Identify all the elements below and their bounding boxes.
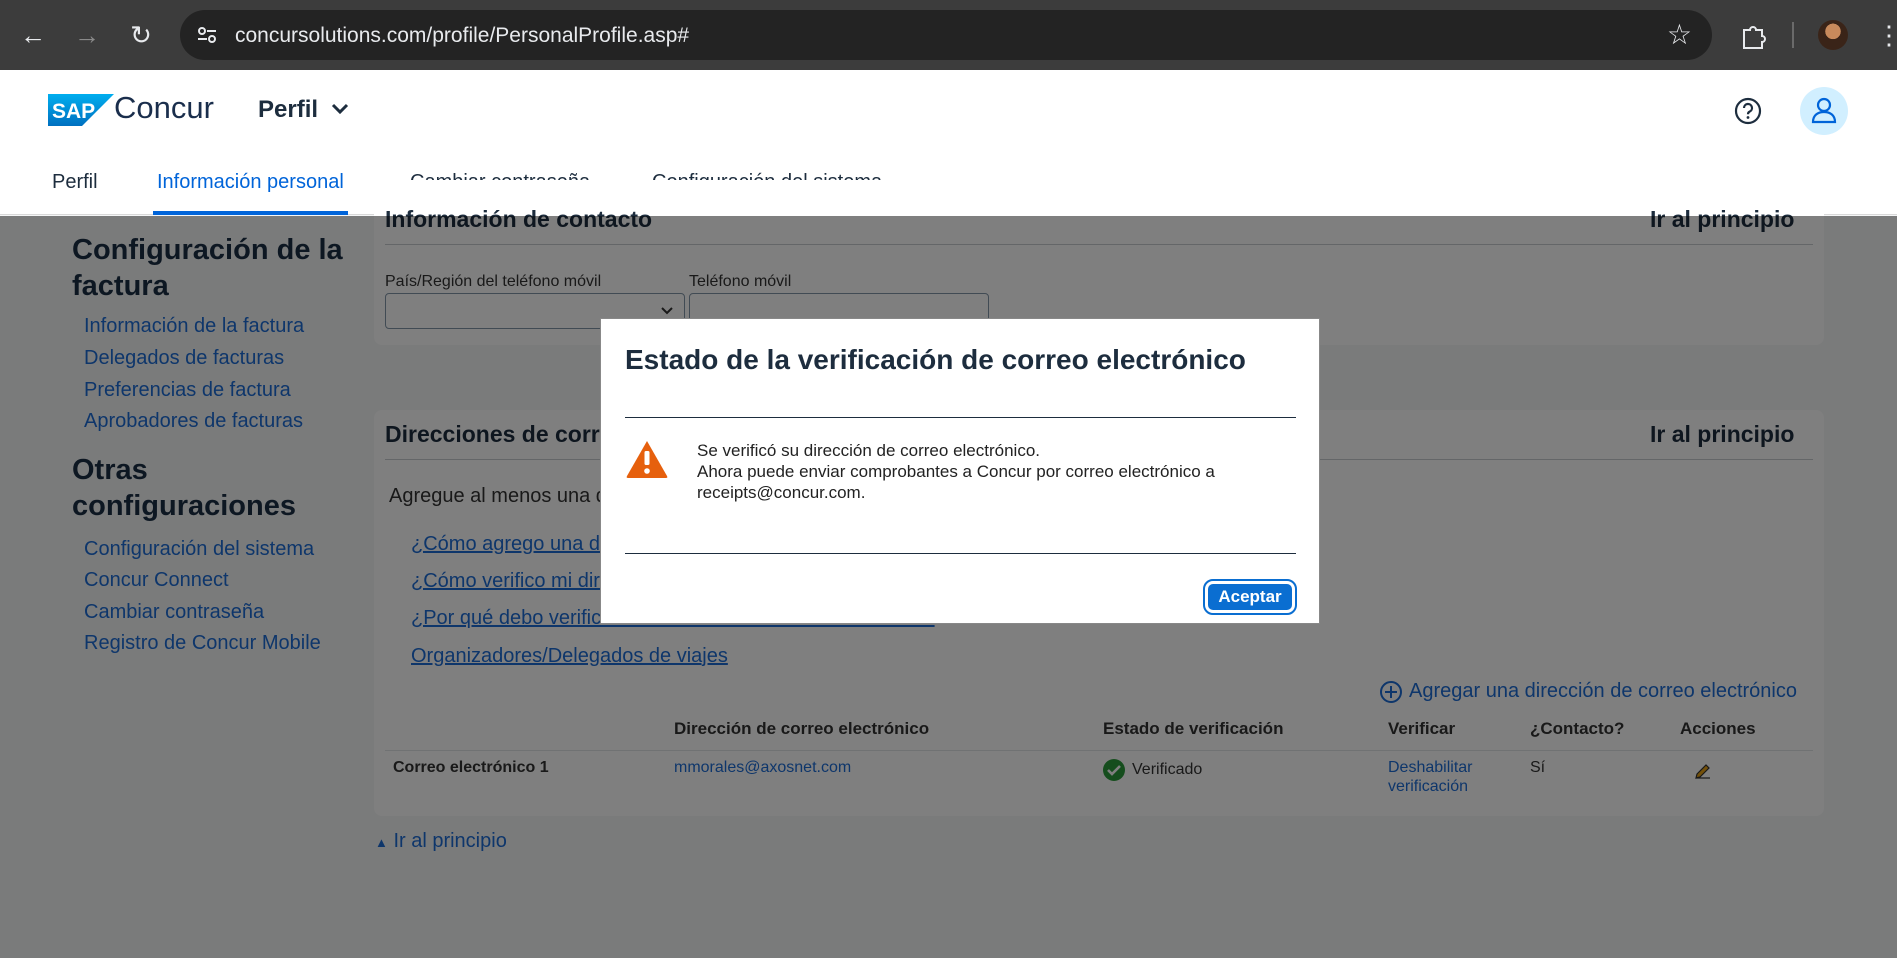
address-bar[interactable]: concursolutions.com/profile/PersonalProf… [180, 10, 1712, 60]
brand-name: Concur [114, 90, 214, 125]
warning-icon [626, 441, 668, 478]
dialog-message-line1: Se verificó su dirección de correo elect… [697, 441, 1040, 460]
dialog-title: Estado de la verificación de correo elec… [625, 344, 1246, 375]
browser-profile-avatar[interactable] [1818, 20, 1848, 50]
chevron-down-icon[interactable] [330, 98, 350, 118]
dialog-title-divider [625, 417, 1296, 418]
user-icon [1811, 97, 1837, 124]
user-avatar-button[interactable] [1800, 87, 1848, 135]
toolbar-divider [1792, 22, 1794, 48]
bookmark-star-icon[interactable]: ☆ [1667, 20, 1692, 50]
sap-logo[interactable]: SAP [48, 94, 114, 126]
url-text[interactable]: concursolutions.com/profile/PersonalProf… [235, 24, 689, 48]
dialog-message-line3: receipts@concur.com. [697, 483, 866, 502]
back-icon[interactable]: ← [16, 18, 50, 52]
site-settings-icon[interactable] [196, 24, 218, 46]
dialog-message-line2: Ahora puede enviar comprobantes a Concur… [697, 462, 1215, 481]
forward-icon[interactable]: → [70, 18, 104, 52]
dialog-footer-divider [625, 553, 1296, 554]
tab-informacion-personal[interactable]: Información personal [153, 162, 348, 215]
tab-perfil[interactable]: Perfil [52, 162, 98, 215]
module-selector[interactable]: Perfil [258, 96, 318, 124]
browser-menu-icon[interactable]: ⋮ [1876, 18, 1897, 52]
svg-text:SAP: SAP [52, 100, 95, 123]
email-verification-dialog: Estado de la verificación de correo elec… [600, 318, 1320, 624]
browser-toolbar: ← → ↻ concursolutions.com/profile/Person… [0, 0, 1897, 70]
help-icon[interactable] [1733, 96, 1763, 126]
reload-icon[interactable]: ↻ [124, 18, 158, 52]
accept-button[interactable]: Aceptar [1203, 579, 1297, 615]
extensions-icon[interactable] [1736, 18, 1770, 52]
